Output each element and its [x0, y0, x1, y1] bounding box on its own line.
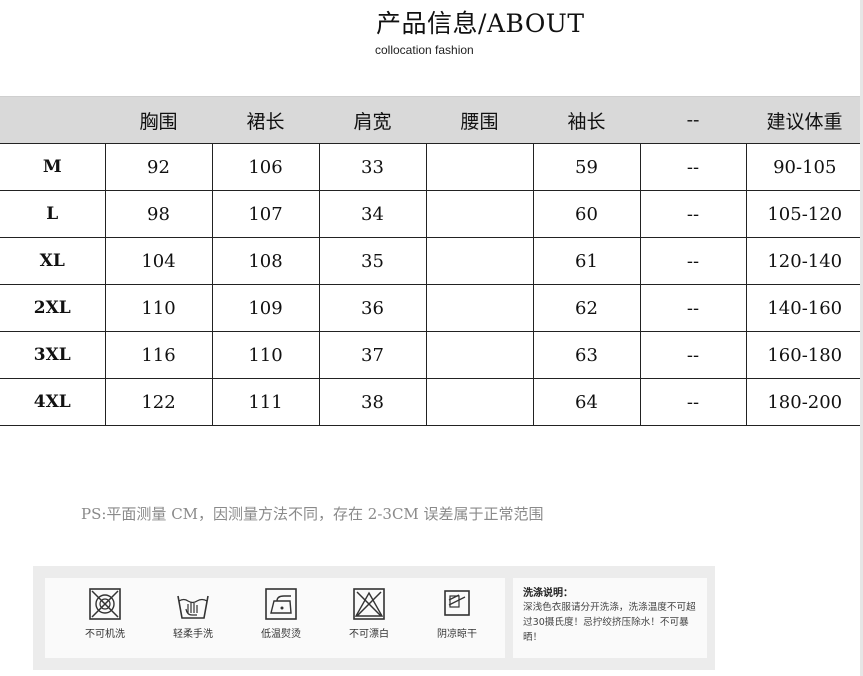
table-cell: 120-140 — [745, 237, 863, 285]
care-label: 阴凉晾干 — [437, 629, 477, 640]
table-cell: 36 — [318, 284, 427, 332]
table-cell: 60 — [532, 190, 641, 238]
care-heading: 洗涤说明： — [523, 588, 573, 599]
care-item: 不可机洗 — [65, 586, 145, 640]
table-cell: 122 — [104, 378, 213, 426]
hand-wash-icon — [177, 595, 209, 619]
table-cell — [425, 378, 534, 426]
table-cell: 62 — [532, 284, 641, 332]
table-cell: 34 — [318, 190, 427, 238]
header: 产品信息/ABOUT collocation fashion — [0, 0, 863, 96]
table-cell — [425, 331, 534, 379]
table-cell — [425, 284, 534, 332]
size-label-cell: M — [0, 143, 106, 191]
table-cell: 38 — [318, 378, 427, 426]
table-row: XL 104 108 35 61 -- 120-140 — [0, 237, 863, 285]
low-iron-icon — [265, 588, 297, 620]
page-title: 产品信息/ABOUT — [376, 9, 585, 38]
size-label-cell: 3XL — [0, 331, 106, 379]
table-cell: -- — [639, 331, 747, 379]
table-cell: 140-160 — [745, 284, 863, 332]
care-label: 不可机洗 — [85, 629, 125, 640]
table-cell: 111 — [211, 378, 320, 426]
column-header: 胸围 — [105, 96, 212, 144]
table-cell: 107 — [211, 190, 320, 238]
column-header: 腰围 — [426, 96, 533, 144]
size-table: 胸围 裙长 肩宽 腰围 袖长 -- 建议体重 M 92 106 33 59 --… — [0, 96, 863, 426]
measurement-note: PS:平面测量 CM，因测量方法不同，存在 2-3CM 误差属于正常范围 — [81, 505, 544, 523]
table-cell — [425, 237, 534, 285]
page-subtitle: collocation fashion — [375, 43, 474, 57]
care-item: 轻柔手洗 — [153, 586, 233, 640]
table-cell: -- — [639, 284, 747, 332]
table-cell: 104 — [104, 237, 213, 285]
care-label: 低温熨烫 — [261, 629, 301, 640]
care-label: 不可漂白 — [349, 629, 389, 640]
table-cell: 37 — [318, 331, 427, 379]
table-cell: -- — [639, 190, 747, 238]
size-label-cell: XL — [0, 237, 106, 285]
care-item: 不可漂白 — [329, 586, 409, 640]
table-cell: 92 — [104, 143, 213, 191]
care-label: 轻柔手洗 — [173, 629, 213, 640]
table-cell — [425, 190, 534, 238]
no-bleach-icon — [353, 588, 385, 620]
column-header: 建议体重 — [746, 96, 863, 144]
table-cell: -- — [639, 237, 747, 285]
column-header: 肩宽 — [319, 96, 426, 144]
care-icons-box: 不可机洗 轻柔手洗 低温熨烫 不可漂白 阴凉晾干 — [45, 578, 505, 658]
shade-dry-icon — [444, 590, 470, 616]
table-cell: 64 — [532, 378, 641, 426]
table-row: 3XL 116 110 37 63 -- 160-180 — [0, 331, 863, 379]
size-label-cell: L — [0, 190, 106, 238]
size-label-cell: 2XL — [0, 284, 106, 332]
table-cell: 61 — [532, 237, 641, 285]
table-cell: 98 — [104, 190, 213, 238]
table-cell: 63 — [532, 331, 641, 379]
table-row: 4XL 122 111 38 64 -- 180-200 — [0, 378, 863, 426]
care-text-box: 洗涤说明： 深浅色衣服请分开洗涤，洗涤温度不可超过30摄氏度！忌拧绞挤压除水！不… — [513, 578, 707, 658]
table-cell: -- — [639, 378, 747, 426]
column-header: 裙长 — [212, 96, 319, 144]
table-cell: 116 — [104, 331, 213, 379]
no-machine-wash-icon — [89, 588, 121, 620]
size-label-cell: 4XL — [0, 378, 106, 426]
table-row: M 92 106 33 59 -- 90-105 — [0, 143, 863, 191]
table-cell: 180-200 — [745, 378, 863, 426]
table-row: 2XL 110 109 36 62 -- 140-160 — [0, 284, 863, 332]
table-cell: 90-105 — [745, 143, 863, 191]
table-row: L 98 107 34 60 -- 105-120 — [0, 190, 863, 238]
care-body-text: 深浅色衣服请分开洗涤，洗涤温度不可超过30摄氏度！忌拧绞挤压除水！不可暴晒！ — [523, 602, 696, 643]
column-header — [0, 96, 105, 144]
care-item: 低温熨烫 — [241, 586, 321, 640]
table-cell: 106 — [211, 143, 320, 191]
table-cell: 110 — [104, 284, 213, 332]
table-cell: 160-180 — [745, 331, 863, 379]
table-cell: 35 — [318, 237, 427, 285]
table-cell: 110 — [211, 331, 320, 379]
table-cell: 59 — [532, 143, 641, 191]
care-instructions-panel: 不可机洗 轻柔手洗 低温熨烫 不可漂白 阴凉晾干 洗涤说明： 深浅色衣服请分开洗… — [33, 566, 715, 670]
table-cell: 109 — [211, 284, 320, 332]
table-cell — [425, 143, 534, 191]
table-cell: 33 — [318, 143, 427, 191]
column-header: 袖长 — [533, 96, 640, 144]
column-header: -- — [640, 96, 746, 144]
table-header-row: 胸围 裙长 肩宽 腰围 袖长 -- 建议体重 — [0, 96, 863, 144]
care-item: 阴凉晾干 — [417, 586, 497, 640]
table-cell: 108 — [211, 237, 320, 285]
table-cell: -- — [639, 143, 747, 191]
table-cell: 105-120 — [745, 190, 863, 238]
